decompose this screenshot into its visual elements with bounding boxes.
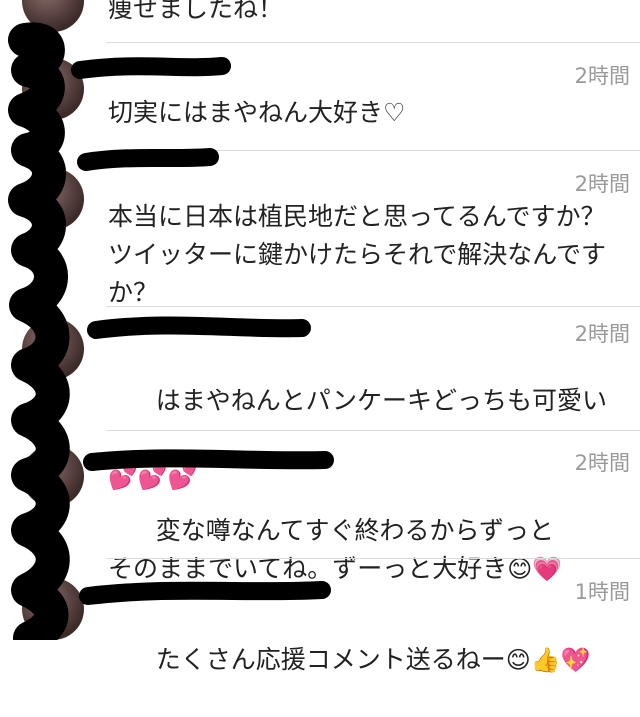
avatar[interactable]: [22, 58, 84, 120]
comment-text-content: はまやねんとパンケーキどっちも可愛い: [155, 386, 607, 415]
divider: [106, 430, 640, 431]
comment-time: 1時間: [574, 580, 630, 604]
divider: [106, 306, 640, 307]
comment-time: 2時間: [574, 64, 630, 88]
avatar[interactable]: [22, 0, 84, 32]
divider: [106, 42, 640, 43]
avatar[interactable]: [22, 168, 84, 230]
smile-thumb-heart-emoji-icon: 😊👍💖: [505, 646, 591, 674]
comment-time: 2時間: [574, 172, 630, 196]
comment-text-content: 変な噂なんてすぐ終わるからずっとそのままでいてね。ずーっと大好き: [108, 516, 554, 583]
avatar[interactable]: [22, 445, 84, 507]
comment-text: 痩せましたね！: [108, 0, 284, 23]
comment-feed: 痩せましたね！ 2時間 切実にはまやねん大好き♡ 2時間 本当に日本は植民地だと…: [0, 0, 640, 674]
divider: [106, 558, 640, 559]
comment-text: 本当に日本は植民地だと思ってるんですか？ ツイッターに鍵かけたらそれで解決なんで…: [108, 202, 614, 307]
avatar[interactable]: [22, 578, 84, 640]
comment-text: たくさん応援コメント送るねー😊👍💖: [108, 603, 628, 717]
comment-text: 切実にはまやねん大好き♡: [108, 98, 406, 127]
avatar[interactable]: [22, 318, 84, 380]
divider: [106, 150, 640, 151]
comment-text-content: たくさん応援コメント送るねー: [155, 645, 506, 674]
smile-heart-emoji-icon: 😊💗: [507, 555, 563, 583]
comment-time: 2時間: [574, 451, 630, 475]
